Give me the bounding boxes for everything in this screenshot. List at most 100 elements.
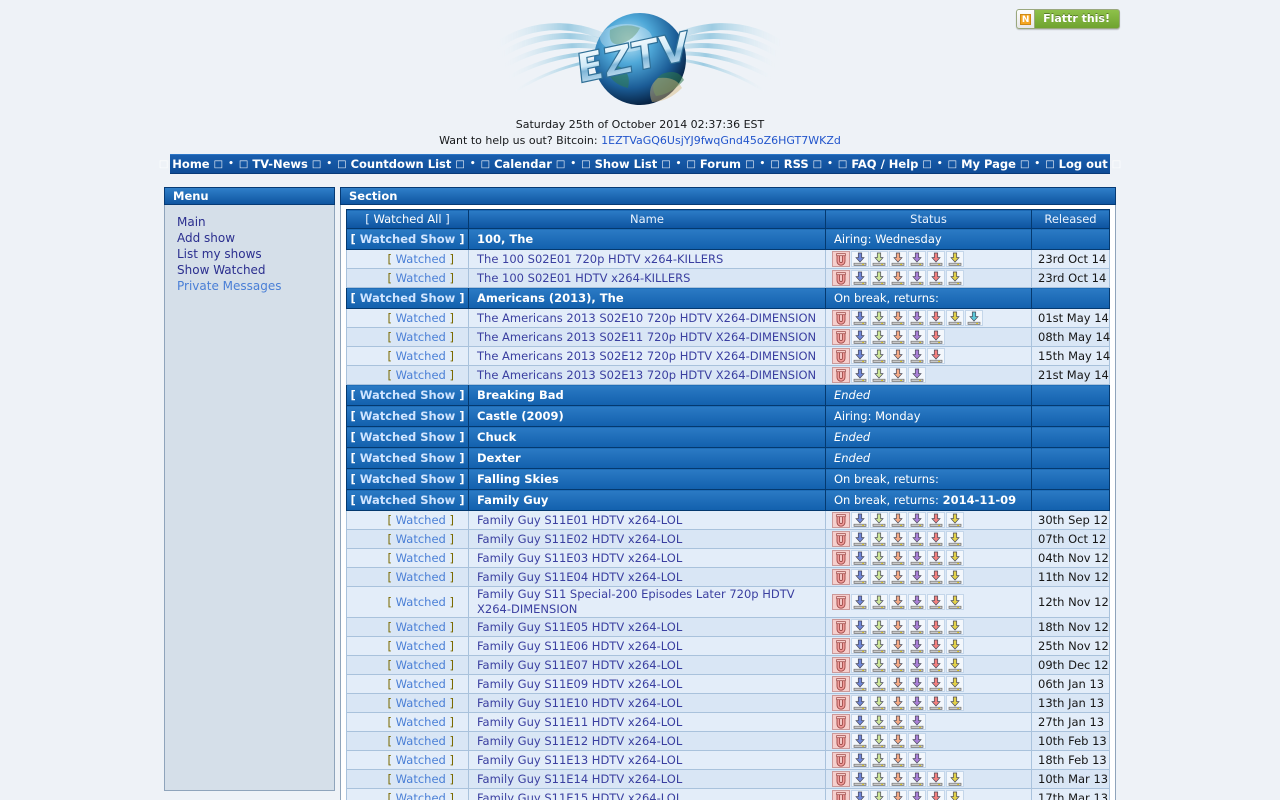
episode-title-link[interactable]: Family Guy S11E15 HDTV x264-LOL bbox=[477, 791, 825, 800]
watched-link[interactable]: Watched bbox=[396, 639, 446, 653]
download-icon-blue[interactable] bbox=[851, 594, 869, 610]
watched-show-link[interactable]: Watched Show bbox=[360, 409, 456, 423]
download-icon-purple[interactable] bbox=[908, 790, 926, 800]
download-icon-purple[interactable] bbox=[908, 752, 926, 768]
nav-item-rss[interactable]: RSS bbox=[784, 157, 809, 171]
download-icon-purple[interactable] bbox=[908, 657, 926, 673]
download-icon-orange[interactable] bbox=[889, 310, 907, 326]
download-icon-green[interactable] bbox=[870, 531, 888, 547]
download-icon-orange[interactable] bbox=[889, 270, 907, 286]
download-icon-yellow[interactable] bbox=[946, 251, 964, 267]
watched-show-link[interactable]: Watched Show bbox=[360, 388, 456, 402]
download-icon-green[interactable] bbox=[870, 714, 888, 730]
episode-title-link[interactable]: The 100 S02E01 HDTV x264-KILLERS bbox=[477, 271, 825, 286]
magnet-icon[interactable] bbox=[832, 251, 850, 267]
download-icon-blue[interactable] bbox=[851, 348, 869, 364]
download-icon-blue[interactable] bbox=[851, 512, 869, 528]
download-icon-orange[interactable] bbox=[889, 676, 907, 692]
nav-item-home[interactable]: Home bbox=[172, 157, 209, 171]
download-icon-blue[interactable] bbox=[851, 251, 869, 267]
download-icon-purple[interactable] bbox=[908, 771, 926, 787]
watched-link[interactable]: Watched bbox=[396, 791, 446, 800]
download-icon-green[interactable] bbox=[870, 594, 888, 610]
episode-title-link[interactable]: The Americans 2013 S02E11 720p HDTV X264… bbox=[477, 330, 825, 345]
download-icon-orange[interactable] bbox=[889, 569, 907, 585]
download-icon-pink[interactable] bbox=[927, 771, 945, 787]
download-icon-purple[interactable] bbox=[908, 569, 926, 585]
watched-link[interactable]: Watched bbox=[396, 715, 446, 729]
download-icon-pink[interactable] bbox=[927, 676, 945, 692]
download-icon-yellow[interactable] bbox=[946, 310, 964, 326]
download-icon-yellow[interactable] bbox=[946, 270, 964, 286]
download-icon-pink[interactable] bbox=[927, 270, 945, 286]
download-icon-green[interactable] bbox=[870, 348, 888, 364]
watched-link[interactable]: Watched bbox=[396, 595, 446, 609]
download-icon-orange[interactable] bbox=[889, 752, 907, 768]
download-icon-yellow[interactable] bbox=[946, 619, 964, 635]
download-icon-pink[interactable] bbox=[927, 569, 945, 585]
download-icon-pink[interactable] bbox=[927, 695, 945, 711]
magnet-icon[interactable] bbox=[832, 512, 850, 528]
magnet-icon[interactable] bbox=[832, 771, 850, 787]
download-icon-purple[interactable] bbox=[908, 695, 926, 711]
download-icon-pink[interactable] bbox=[927, 531, 945, 547]
download-icon-yellow[interactable] bbox=[946, 695, 964, 711]
download-icon-orange[interactable] bbox=[889, 531, 907, 547]
episode-title-link[interactable]: Family Guy S11E03 HDTV x264-LOL bbox=[477, 551, 825, 566]
download-icon-pink[interactable] bbox=[927, 348, 945, 364]
download-icon-blue[interactable] bbox=[851, 329, 869, 345]
download-icon-pink[interactable] bbox=[927, 638, 945, 654]
sidebar-item-main[interactable]: Main bbox=[177, 214, 334, 230]
download-icon-purple[interactable] bbox=[908, 367, 926, 383]
show-name-link[interactable]: Castle (2009) bbox=[477, 409, 564, 423]
download-icon-blue[interactable] bbox=[851, 550, 869, 566]
download-icon-pink[interactable] bbox=[927, 619, 945, 635]
download-icon-blue[interactable] bbox=[851, 790, 869, 800]
sidebar-item-list-my-shows[interactable]: List my shows bbox=[177, 246, 334, 262]
download-icon-blue[interactable] bbox=[851, 270, 869, 286]
download-icon-purple[interactable] bbox=[908, 329, 926, 345]
download-icon-blue[interactable] bbox=[851, 695, 869, 711]
nav-item-calendar[interactable]: Calendar bbox=[494, 157, 552, 171]
show-name-link[interactable]: 100, The bbox=[477, 232, 533, 246]
watched-link[interactable]: Watched bbox=[396, 311, 446, 325]
download-icon-purple[interactable] bbox=[908, 550, 926, 566]
watched-show-link[interactable]: Watched Show bbox=[360, 291, 456, 305]
download-icon-green[interactable] bbox=[870, 638, 888, 654]
download-icon-orange[interactable] bbox=[889, 512, 907, 528]
download-icon-green[interactable] bbox=[870, 367, 888, 383]
download-icon-yellow[interactable] bbox=[946, 771, 964, 787]
watched-show-link[interactable]: Watched Show bbox=[360, 451, 456, 465]
download-icon-purple[interactable] bbox=[908, 619, 926, 635]
sidebar-item-show-watched[interactable]: Show Watched bbox=[177, 262, 334, 278]
show-name-link[interactable]: Breaking Bad bbox=[477, 388, 564, 402]
magnet-icon[interactable] bbox=[832, 657, 850, 673]
download-icon-orange[interactable] bbox=[889, 348, 907, 364]
download-icon-orange[interactable] bbox=[889, 367, 907, 383]
episode-title-link[interactable]: Family Guy S11E12 HDTV x264-LOL bbox=[477, 734, 825, 749]
download-icon-green[interactable] bbox=[870, 771, 888, 787]
nav-item-show-list[interactable]: Show List bbox=[595, 157, 658, 171]
watched-link[interactable]: Watched bbox=[396, 677, 446, 691]
download-icon-green[interactable] bbox=[870, 752, 888, 768]
download-icon-pink[interactable] bbox=[927, 657, 945, 673]
download-icon-blue[interactable] bbox=[851, 752, 869, 768]
download-icon-blue[interactable] bbox=[851, 638, 869, 654]
magnet-icon[interactable] bbox=[832, 714, 850, 730]
download-icon-yellow[interactable] bbox=[946, 512, 964, 528]
download-icon-green[interactable] bbox=[870, 550, 888, 566]
episode-title-link[interactable]: Family Guy S11E02 HDTV x264-LOL bbox=[477, 532, 825, 547]
watched-link[interactable]: Watched bbox=[396, 252, 446, 266]
download-icon-orange[interactable] bbox=[889, 329, 907, 345]
download-icon-orange[interactable] bbox=[889, 733, 907, 749]
watched-show-link[interactable]: Watched Show bbox=[360, 472, 456, 486]
magnet-icon[interactable] bbox=[832, 695, 850, 711]
sidebar-item-private-messages[interactable]: Private Messages bbox=[177, 278, 334, 294]
download-icon-orange[interactable] bbox=[889, 638, 907, 654]
episode-title-link[interactable]: Family Guy S11 Special-200 Episodes Late… bbox=[477, 587, 825, 617]
download-icon-green[interactable] bbox=[870, 310, 888, 326]
download-icon-yellow[interactable] bbox=[946, 676, 964, 692]
download-icon-blue[interactable] bbox=[851, 771, 869, 787]
magnet-icon[interactable] bbox=[832, 531, 850, 547]
magnet-icon[interactable] bbox=[832, 594, 850, 610]
